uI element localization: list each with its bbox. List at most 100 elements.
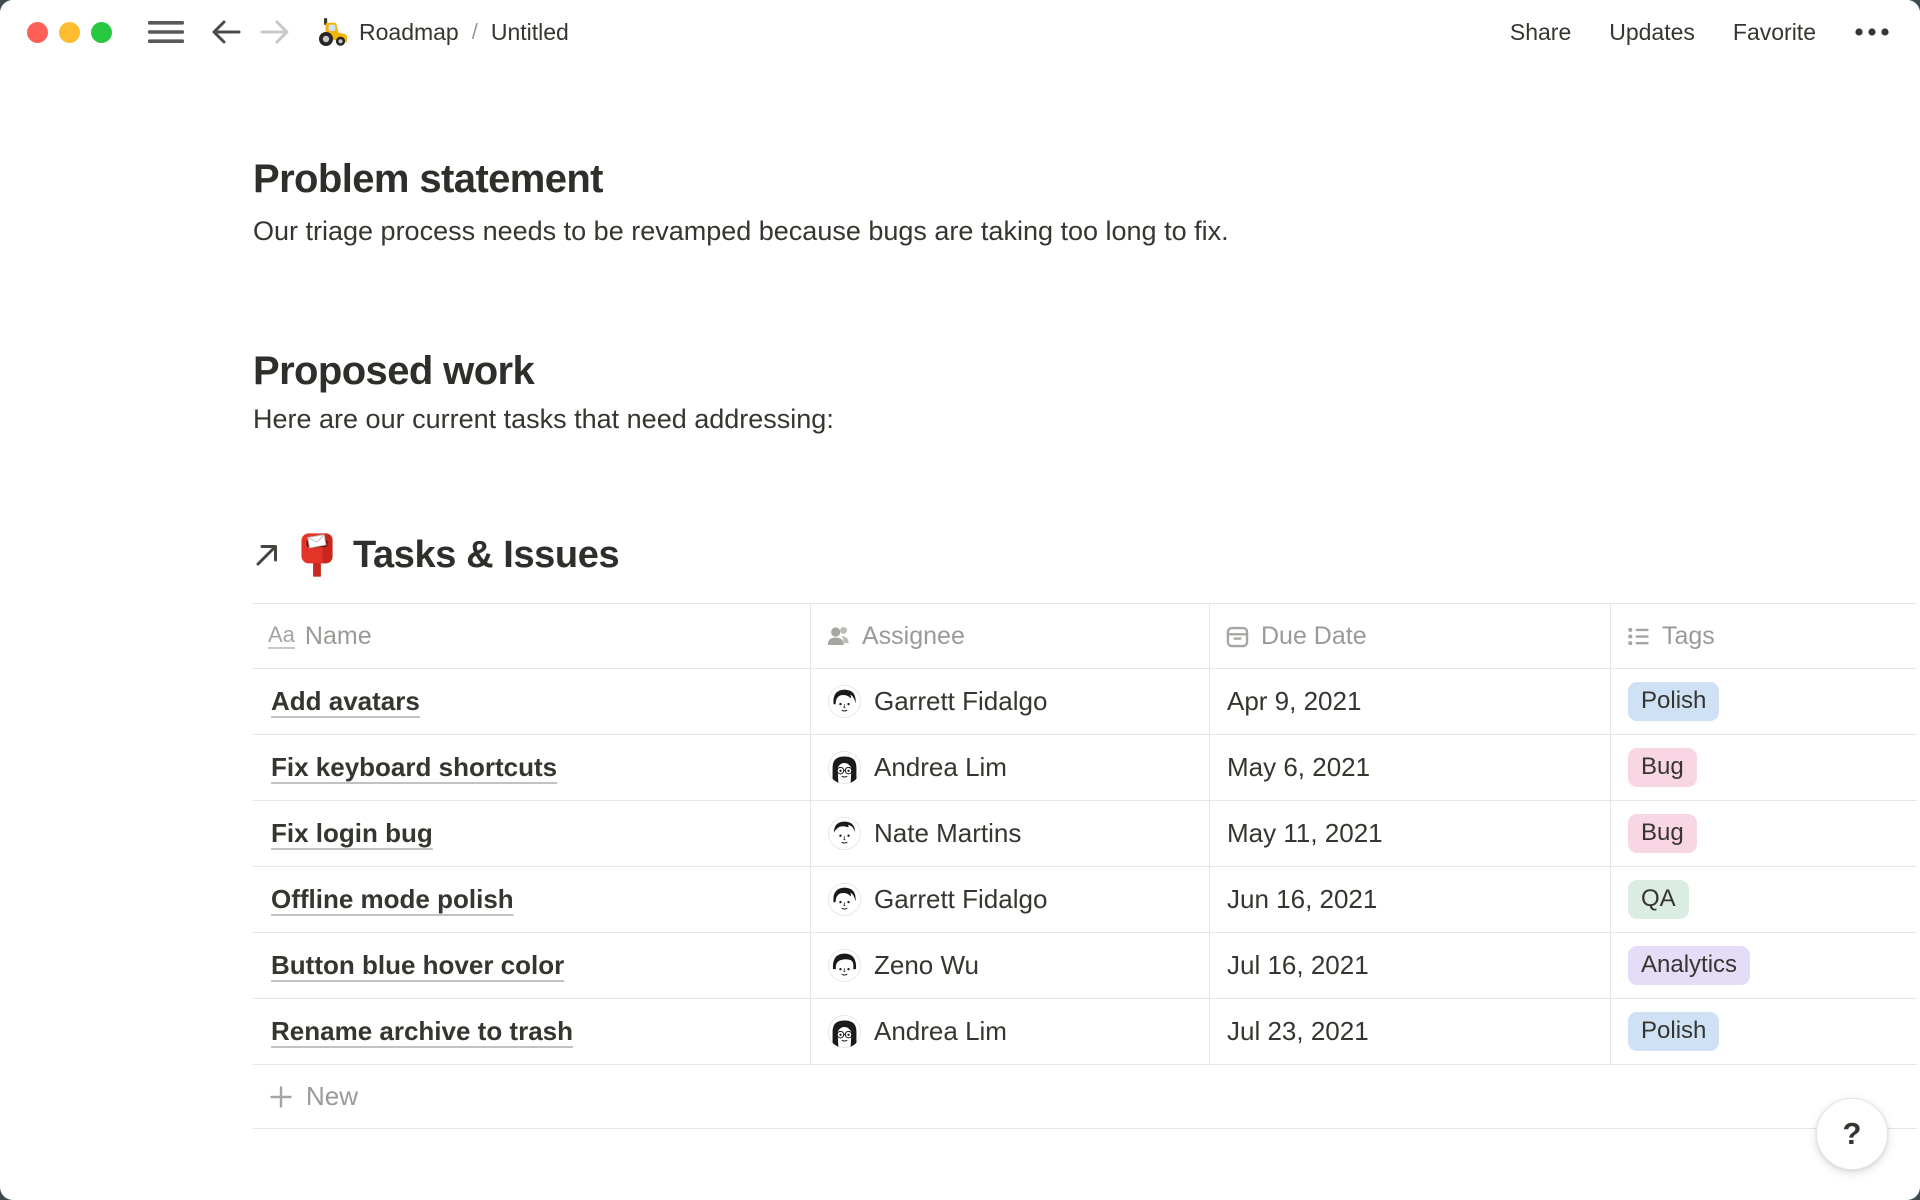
- assignee-cell[interactable]: Zeno Wu: [810, 933, 1209, 998]
- titlebar-actions: Share Updates Favorite: [1510, 0, 1890, 64]
- column-header-assignee[interactable]: Assignee: [810, 622, 1209, 651]
- task-name-cell[interactable]: Add avatars: [253, 669, 810, 734]
- table-row: Offline mode polish Garrett Fidalgo Jun 16…: [253, 867, 1917, 933]
- tag-pill[interactable]: Bug: [1628, 814, 1697, 853]
- assignee-name: Andrea Lim: [874, 752, 1007, 783]
- collection-header[interactable]: Tasks & Issues: [253, 528, 619, 582]
- task-name-link[interactable]: Rename archive to trash: [271, 1016, 573, 1047]
- minimize-window-button[interactable]: [59, 22, 80, 43]
- text-icon: Aa: [268, 623, 295, 648]
- column-divider[interactable]: [810, 604, 811, 1064]
- column-divider[interactable]: [1209, 604, 1210, 1064]
- updates-button[interactable]: Updates: [1609, 19, 1695, 46]
- more-options-icon[interactable]: [1854, 27, 1890, 37]
- app-window: Roadmap / Untitled Share Updates Favorit…: [0, 0, 1920, 1200]
- due-date-value: Jul 16, 2021: [1227, 950, 1369, 981]
- tags-cell[interactable]: Polish: [1610, 669, 1917, 734]
- table-row: Button blue hover color Zeno Wu Jul 16, 20…: [253, 933, 1917, 999]
- due-date-cell[interactable]: May 11, 2021: [1209, 801, 1610, 866]
- due-date-cell[interactable]: May 6, 2021: [1209, 735, 1610, 800]
- collection-title[interactable]: Tasks & Issues: [353, 534, 619, 577]
- breadcrumb-page[interactable]: Roadmap: [359, 19, 459, 46]
- tag-pill[interactable]: Polish: [1628, 1012, 1719, 1051]
- titlebar: Roadmap / Untitled Share Updates Favorit…: [0, 0, 1920, 64]
- due-date-cell[interactable]: Jul 23, 2021: [1209, 999, 1610, 1064]
- task-name-link[interactable]: Offline mode polish: [271, 884, 514, 915]
- back-arrow-icon[interactable]: [211, 19, 241, 45]
- assignee-name: Andrea Lim: [874, 1016, 1007, 1047]
- tags-cell[interactable]: Bug: [1610, 735, 1917, 800]
- avatar: [828, 949, 861, 982]
- tags-cell[interactable]: QA: [1610, 867, 1917, 932]
- due-date-cell[interactable]: Apr 9, 2021: [1209, 669, 1610, 734]
- due-date-value: Jun 16, 2021: [1227, 884, 1377, 915]
- new-row-button[interactable]: New: [253, 1065, 1917, 1129]
- due-date-value: May 11, 2021: [1227, 818, 1383, 849]
- avatar: [828, 751, 861, 784]
- column-label: Due Date: [1261, 622, 1367, 651]
- plus-icon: [268, 1084, 294, 1110]
- table-row: Rename archive to trash Andrea Lim Jul 23,…: [253, 999, 1917, 1065]
- assignee-name: Zeno Wu: [874, 950, 979, 981]
- due-date-cell[interactable]: Jul 16, 2021: [1209, 933, 1610, 998]
- tasks-table-body: Add avatars Garrett Fidalgo Apr 9, 2021 Pol…: [253, 669, 1917, 1065]
- task-name-link[interactable]: Fix keyboard shortcuts: [271, 752, 557, 783]
- avatar: [828, 817, 861, 850]
- due-date-value: Apr 9, 2021: [1227, 686, 1361, 717]
- tags-cell[interactable]: Bug: [1610, 801, 1917, 866]
- share-button[interactable]: Share: [1510, 19, 1571, 46]
- breadcrumb-subpage[interactable]: Untitled: [491, 19, 569, 46]
- assignee-cell[interactable]: Andrea Lim: [810, 999, 1209, 1064]
- task-name-cell[interactable]: Fix keyboard shortcuts: [253, 735, 810, 800]
- assignee-cell[interactable]: Andrea Lim: [810, 735, 1209, 800]
- column-divider[interactable]: [1610, 604, 1611, 1064]
- tasks-table: Aa Name Assignee Due Date Tags: [253, 603, 1917, 1129]
- arrow-up-right-icon: [253, 541, 281, 569]
- column-header-tags[interactable]: Tags: [1610, 622, 1917, 651]
- tag-pill[interactable]: Polish: [1628, 682, 1719, 721]
- help-button[interactable]: ?: [1816, 1098, 1888, 1170]
- table-row: Add avatars Garrett Fidalgo Apr 9, 2021 Pol…: [253, 669, 1917, 735]
- assignee-cell[interactable]: Garrett Fidalgo: [810, 669, 1209, 734]
- forward-arrow-icon[interactable]: [260, 19, 290, 45]
- task-name-cell[interactable]: Fix login bug: [253, 801, 810, 866]
- task-name-cell[interactable]: Offline mode polish: [253, 867, 810, 932]
- column-header-due-date[interactable]: Due Date: [1209, 622, 1610, 651]
- paragraph-problem: Our triage process needs to be revamped …: [253, 212, 1229, 251]
- task-name-cell[interactable]: Button blue hover color: [253, 933, 810, 998]
- column-label: Tags: [1662, 622, 1715, 651]
- tag-pill[interactable]: Analytics: [1628, 946, 1750, 985]
- assignee-cell[interactable]: Nate Martins: [810, 801, 1209, 866]
- due-date-value: May 6, 2021: [1227, 752, 1370, 783]
- tag-pill[interactable]: QA: [1628, 880, 1689, 919]
- person-icon: [825, 623, 852, 650]
- avatar: [828, 883, 861, 916]
- table-header-row: Aa Name Assignee Due Date Tags: [253, 604, 1917, 669]
- breadcrumb: Roadmap / Untitled: [359, 19, 569, 46]
- breadcrumb-separator: /: [472, 19, 478, 45]
- task-name-cell[interactable]: Rename archive to trash: [253, 999, 810, 1064]
- task-name-link[interactable]: Add avatars: [271, 686, 420, 717]
- zoom-window-button[interactable]: [91, 22, 112, 43]
- due-date-value: Jul 23, 2021: [1227, 1016, 1369, 1047]
- task-name-link[interactable]: Fix login bug: [271, 818, 433, 849]
- assignee-name: Garrett Fidalgo: [874, 884, 1047, 915]
- table-row: Fix login bug Nate Martins May 11, 2021 Bug: [253, 801, 1917, 867]
- heading-proposed-work: Proposed work: [253, 347, 534, 395]
- close-window-button[interactable]: [27, 22, 48, 43]
- avatar: [828, 1015, 861, 1048]
- tag-pill[interactable]: Bug: [1628, 748, 1697, 787]
- column-label: Name: [305, 622, 372, 651]
- window-controls: [0, 22, 123, 43]
- task-name-link[interactable]: Button blue hover color: [271, 950, 564, 981]
- column-header-name[interactable]: Aa Name: [253, 622, 810, 651]
- tags-cell[interactable]: Analytics: [1610, 933, 1917, 998]
- favorite-button[interactable]: Favorite: [1733, 19, 1816, 46]
- due-date-cell[interactable]: Jun 16, 2021: [1209, 867, 1610, 932]
- assignee-cell[interactable]: Garrett Fidalgo: [810, 867, 1209, 932]
- paragraph-proposed: Here are our current tasks that need add…: [253, 400, 834, 439]
- tags-cell[interactable]: Polish: [1610, 999, 1917, 1064]
- sidebar-menu-icon[interactable]: [146, 18, 186, 46]
- column-label: Assignee: [862, 622, 965, 651]
- table-row: Fix keyboard shortcuts Andrea Lim May 6, 2…: [253, 735, 1917, 801]
